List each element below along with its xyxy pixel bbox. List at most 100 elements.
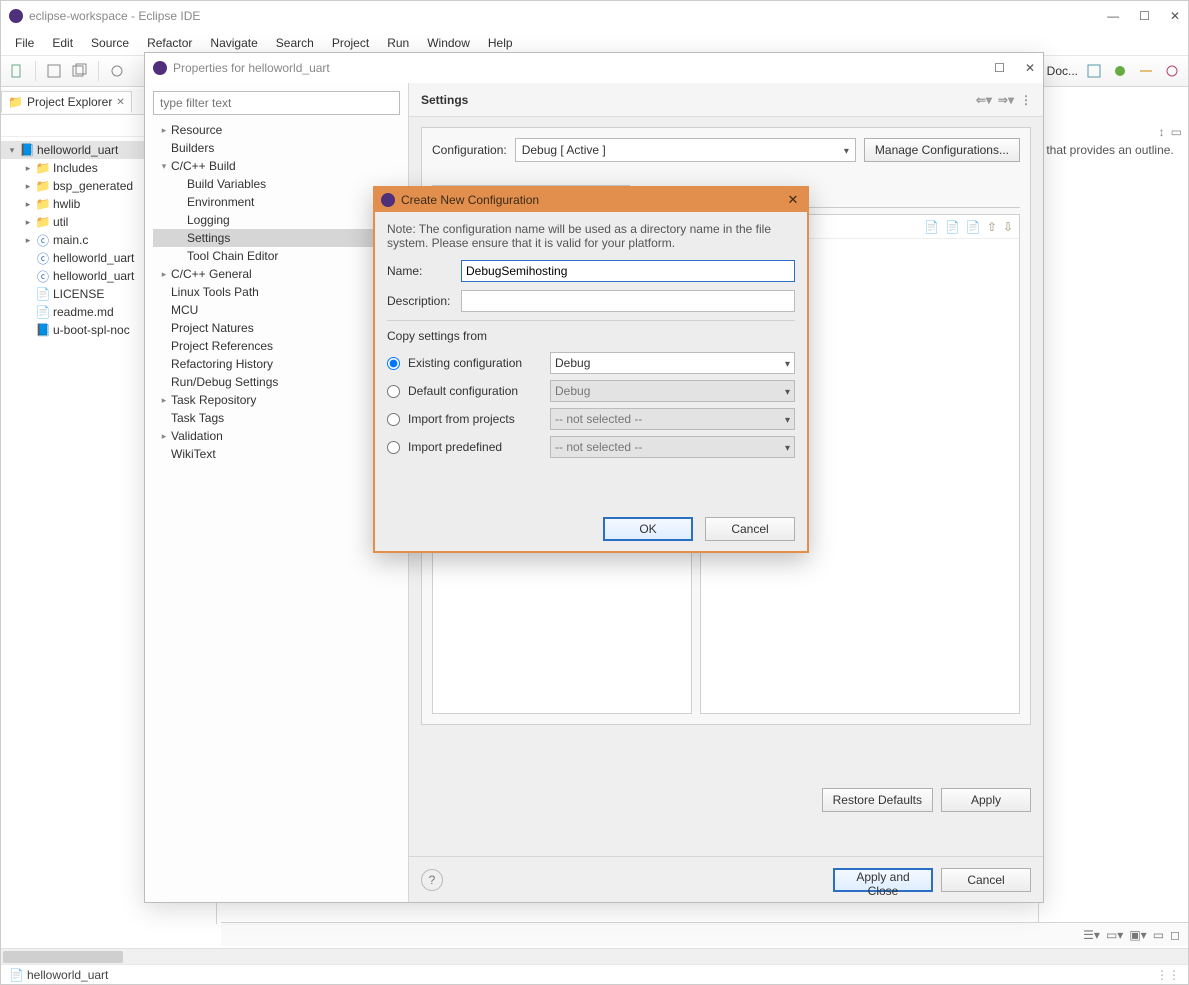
menu-source[interactable]: Source bbox=[83, 34, 137, 52]
option-label[interactable]: Default configuration bbox=[408, 384, 542, 398]
radio-2[interactable] bbox=[387, 413, 400, 426]
properties-maximize-button[interactable]: ☐ bbox=[994, 61, 1005, 75]
bottom-minimize-icon[interactable]: ▭ bbox=[1153, 928, 1164, 942]
expand-icon[interactable]: ▸ bbox=[21, 197, 35, 211]
category-item[interactable]: MCU bbox=[153, 301, 400, 319]
tasks-tab-icon[interactable]: ▣▾ bbox=[1129, 928, 1146, 942]
category-item[interactable]: ▸Task Repository bbox=[153, 391, 400, 409]
perspective-java[interactable] bbox=[1162, 61, 1182, 81]
menu-project[interactable]: Project bbox=[324, 34, 377, 52]
menu-search[interactable]: Search bbox=[268, 34, 322, 52]
menu-help[interactable]: Help bbox=[480, 34, 521, 52]
expand-icon[interactable] bbox=[21, 323, 35, 337]
expand-icon[interactable]: ▸ bbox=[21, 233, 35, 247]
radio-0[interactable] bbox=[387, 357, 400, 370]
window-maximize-button[interactable]: ☐ bbox=[1139, 9, 1150, 23]
manage-configurations-button[interactable]: Manage Configurations... bbox=[864, 138, 1020, 162]
category-item[interactable]: Project Natures bbox=[153, 319, 400, 337]
category-item[interactable]: Tool Chain Editor bbox=[153, 247, 400, 265]
page-menu-icon[interactable]: ⋮ bbox=[1020, 93, 1031, 107]
menu-refactor[interactable]: Refactor bbox=[139, 34, 200, 52]
category-item[interactable]: Refactoring History bbox=[153, 355, 400, 373]
expand-icon[interactable]: ▸ bbox=[157, 125, 171, 136]
option-label[interactable]: Import predefined bbox=[408, 440, 542, 454]
up-icon[interactable]: ⇧ bbox=[987, 220, 997, 234]
category-item[interactable]: Settings bbox=[153, 229, 400, 247]
perspective-cpp[interactable] bbox=[1084, 61, 1104, 81]
newconfig-close-button[interactable]: ✕ bbox=[785, 192, 801, 208]
expand-icon[interactable] bbox=[21, 269, 35, 283]
cancel-button[interactable]: Cancel bbox=[705, 517, 795, 541]
expand-icon[interactable]: ▸ bbox=[157, 269, 171, 280]
perspective-docs[interactable]: Doc... bbox=[1047, 64, 1078, 78]
save-all-button[interactable] bbox=[70, 61, 90, 81]
option-label[interactable]: Import from projects bbox=[408, 412, 542, 426]
category-item[interactable]: ▸C/C++ General bbox=[153, 265, 400, 283]
menu-window[interactable]: Window bbox=[419, 34, 478, 52]
new-button[interactable] bbox=[7, 61, 27, 81]
help-button[interactable]: ? bbox=[421, 869, 443, 891]
option-select[interactable]: Debug bbox=[550, 352, 795, 374]
expand-icon[interactable] bbox=[21, 287, 35, 301]
outline-sort-icon[interactable]: ↕ bbox=[1159, 125, 1165, 139]
category-item[interactable]: Project References bbox=[153, 337, 400, 355]
project-explorer-tab[interactable]: 📁 Project Explorer ✕ bbox=[1, 91, 132, 113]
edit-icon[interactable]: 📄 bbox=[966, 220, 981, 234]
expand-icon[interactable]: ▸ bbox=[21, 161, 35, 175]
bottom-maximize-icon[interactable]: ◻ bbox=[1170, 928, 1180, 942]
expand-icon[interactable]: ▸ bbox=[157, 395, 171, 406]
window-close-button[interactable]: ✕ bbox=[1170, 9, 1180, 23]
menu-navigate[interactable]: Navigate bbox=[202, 34, 265, 52]
properties-titlebar[interactable]: Properties for helloworld_uart ☐ ✕ bbox=[145, 53, 1043, 83]
cancel-button[interactable]: Cancel bbox=[941, 868, 1031, 892]
category-item[interactable]: Linux Tools Path bbox=[153, 283, 400, 301]
perspective-debug[interactable] bbox=[1110, 61, 1130, 81]
perspective-git[interactable] bbox=[1136, 61, 1156, 81]
radio-3[interactable] bbox=[387, 441, 400, 454]
option-label[interactable]: Existing configuration bbox=[408, 356, 542, 370]
save-button[interactable] bbox=[44, 61, 64, 81]
category-item[interactable]: ▾C/C++ Build bbox=[153, 157, 400, 175]
expand-icon[interactable] bbox=[21, 305, 35, 319]
category-item[interactable]: Builders bbox=[153, 139, 400, 157]
expand-icon[interactable]: ▸ bbox=[157, 431, 171, 442]
apply-and-close-button[interactable]: Apply and Close bbox=[833, 868, 933, 892]
expand-icon[interactable] bbox=[21, 251, 35, 265]
category-item[interactable]: ▸Validation bbox=[153, 427, 400, 445]
forward-icon[interactable]: ⇒▾ bbox=[998, 93, 1014, 107]
category-item[interactable]: Build Variables bbox=[153, 175, 400, 193]
menu-run[interactable]: Run bbox=[379, 34, 417, 52]
console-tab-icon[interactable]: ▭▾ bbox=[1106, 928, 1123, 942]
configuration-select[interactable]: Debug [ Active ] bbox=[515, 138, 856, 162]
expand-icon[interactable]: ▾ bbox=[5, 143, 19, 157]
properties-close-button[interactable]: ✕ bbox=[1025, 61, 1035, 75]
restore-defaults-button[interactable]: Restore Defaults bbox=[822, 788, 933, 812]
menu-edit[interactable]: Edit bbox=[44, 34, 81, 52]
expand-icon[interactable]: ▸ bbox=[21, 179, 35, 193]
add-icon[interactable]: 📄 bbox=[924, 220, 939, 234]
outline-minimize-icon[interactable]: ▭ bbox=[1171, 125, 1182, 139]
category-item[interactable]: Environment bbox=[153, 193, 400, 211]
close-icon[interactable]: ✕ bbox=[116, 97, 124, 108]
back-icon[interactable]: ⇐▾ bbox=[976, 93, 992, 107]
description-input[interactable] bbox=[461, 290, 795, 312]
ok-button[interactable]: OK bbox=[603, 517, 693, 541]
remove-icon[interactable]: 📄 bbox=[945, 220, 960, 234]
category-item[interactable]: ▸Resource bbox=[153, 121, 400, 139]
category-item[interactable]: WikiText bbox=[153, 445, 400, 463]
build-button[interactable] bbox=[107, 61, 127, 81]
down-icon[interactable]: ⇩ bbox=[1003, 220, 1013, 234]
radio-1[interactable] bbox=[387, 385, 400, 398]
expand-icon[interactable]: ▸ bbox=[21, 215, 35, 229]
category-tree[interactable]: ▸ResourceBuilders▾C/C++ BuildBuild Varia… bbox=[153, 121, 400, 894]
category-item[interactable]: Task Tags bbox=[153, 409, 400, 427]
problems-tab-icon[interactable]: ☰▾ bbox=[1083, 928, 1100, 942]
filter-input[interactable] bbox=[153, 91, 400, 115]
newconfig-titlebar[interactable]: Create New Configuration ✕ bbox=[375, 188, 807, 212]
category-item[interactable]: Run/Debug Settings bbox=[153, 373, 400, 391]
expand-icon[interactable]: ▾ bbox=[157, 161, 171, 172]
apply-button[interactable]: Apply bbox=[941, 788, 1031, 812]
category-item[interactable]: Logging bbox=[153, 211, 400, 229]
menu-file[interactable]: File bbox=[7, 34, 42, 52]
status-handle-icon[interactable]: ⋮⋮ bbox=[1156, 968, 1180, 982]
